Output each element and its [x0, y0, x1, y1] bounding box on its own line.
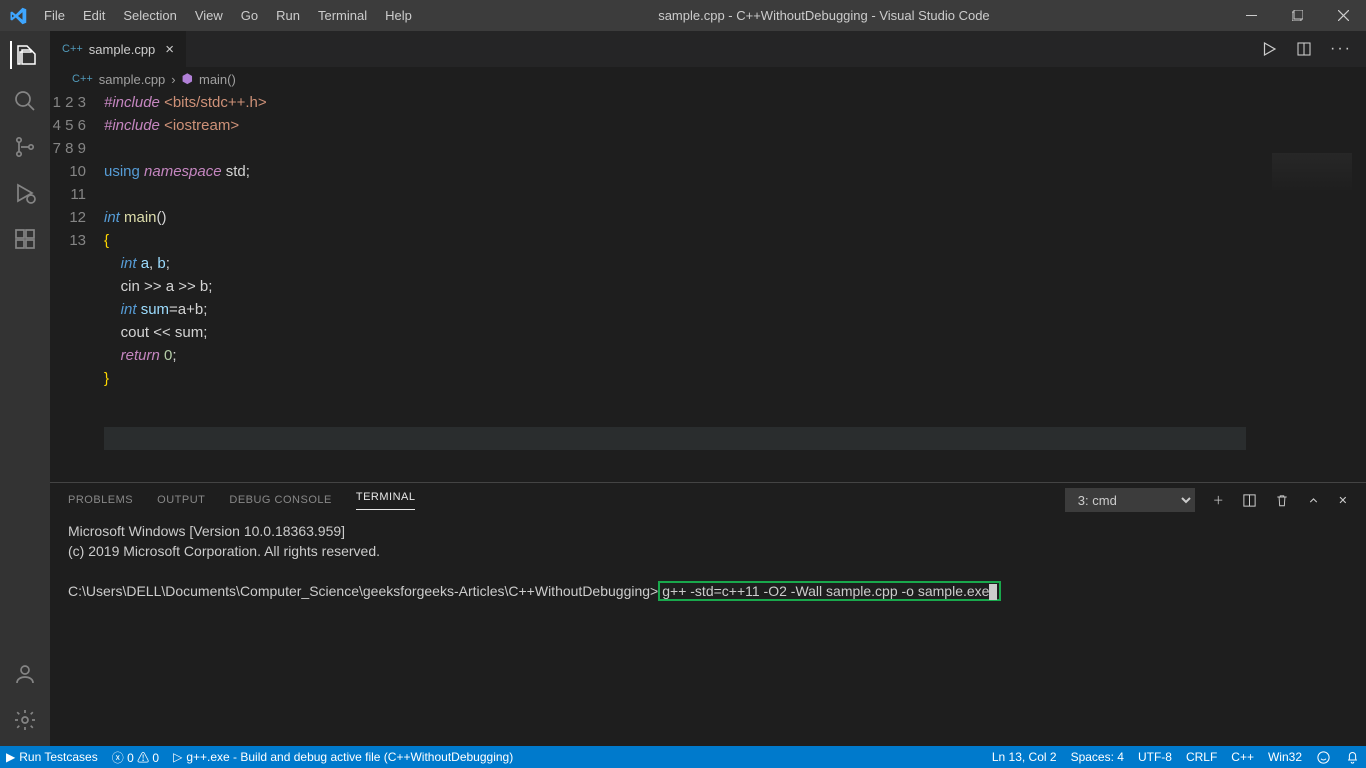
status-bar: ▶ Run Testcases ⓧ 0 ⚠ 0 ▷ g++.exe - Buil…: [0, 746, 1366, 768]
editor-tabs: C++ sample.cpp × ···: [50, 31, 1366, 67]
terminal-banner-1: Microsoft Windows [Version 10.0.18363.95…: [68, 523, 345, 539]
terminal-cursor: [989, 584, 997, 600]
maximize-panel-icon[interactable]: [1307, 494, 1320, 507]
window-title: sample.cpp - C++WithoutDebugging - Visua…: [420, 8, 1228, 23]
menu-bar: File Edit Selection View Go Run Terminal…: [36, 4, 420, 27]
status-eol[interactable]: CRLF: [1186, 750, 1217, 764]
status-language[interactable]: C++: [1231, 750, 1254, 764]
status-cursor-position[interactable]: Ln 13, Col 2: [992, 750, 1057, 764]
menu-terminal[interactable]: Terminal: [310, 4, 375, 27]
status-run-testcases[interactable]: ▶ Run Testcases: [6, 750, 98, 764]
account-icon[interactable]: [11, 660, 39, 688]
panel-tab-debug-console[interactable]: DEBUG CONSOLE: [229, 494, 331, 506]
minimize-button[interactable]: [1228, 0, 1274, 31]
breadcrumb-file[interactable]: sample.cpp: [99, 72, 165, 87]
terminal-selector[interactable]: 3: cmd: [1065, 488, 1195, 512]
status-problems[interactable]: ⓧ 0 ⚠ 0: [112, 749, 159, 766]
run-code-icon[interactable]: [1260, 40, 1278, 58]
current-line-highlight: [104, 427, 1246, 450]
settings-gear-icon[interactable]: [11, 706, 39, 734]
cpp-icon: C++: [72, 73, 93, 85]
extensions-icon[interactable]: [11, 225, 39, 253]
cpp-icon: C++: [62, 43, 83, 55]
new-terminal-icon[interactable]: ＋: [1213, 492, 1225, 508]
close-panel-icon[interactable]: ✕: [1338, 494, 1348, 507]
minimap[interactable]: [1272, 153, 1352, 193]
maximize-button[interactable]: [1274, 0, 1320, 31]
panel: PROBLEMS OUTPUT DEBUG CONSOLE TERMINAL 3…: [50, 482, 1366, 746]
close-button[interactable]: [1320, 0, 1366, 31]
activity-bar: [0, 31, 50, 746]
terminal-command: g++ -std=c++11 -O2 -Wall sample.cpp -o s…: [662, 583, 989, 599]
code-editor[interactable]: 1 2 3 4 5 6 7 8 9 10 11 12 13 #include <…: [50, 91, 1366, 482]
title-bar: File Edit Selection View Go Run Terminal…: [0, 0, 1366, 31]
more-actions-icon[interactable]: ···: [1330, 40, 1352, 58]
status-feedback-icon[interactable]: [1316, 750, 1331, 765]
code-content[interactable]: #include <bits/stdc++.h> #include <iostr…: [104, 91, 1366, 482]
kill-terminal-icon[interactable]: [1275, 493, 1289, 508]
symbol-icon: ⬢: [182, 71, 193, 87]
menu-go[interactable]: Go: [233, 4, 266, 27]
run-debug-icon[interactable]: [11, 179, 39, 207]
vscode-logo-icon: [0, 7, 36, 25]
breadcrumb-symbol[interactable]: main(): [199, 72, 236, 87]
tab-sample-cpp[interactable]: C++ sample.cpp ×: [50, 31, 187, 67]
menu-edit[interactable]: Edit: [75, 4, 113, 27]
tab-filename: sample.cpp: [89, 42, 155, 57]
status-indent[interactable]: Spaces: 4: [1071, 750, 1124, 764]
terminal-banner-2: (c) 2019 Microsoft Corporation. All righ…: [68, 543, 380, 559]
menu-help[interactable]: Help: [377, 4, 420, 27]
menu-view[interactable]: View: [187, 4, 231, 27]
terminal-prompt: C:\Users\DELL\Documents\Computer_Science…: [68, 583, 658, 599]
split-editor-icon[interactable]: [1296, 41, 1312, 57]
status-notifications-icon[interactable]: [1345, 750, 1360, 765]
menu-run[interactable]: Run: [268, 4, 308, 27]
breadcrumb[interactable]: C++ sample.cpp › ⬢ main(): [50, 67, 1366, 91]
split-terminal-icon[interactable]: [1242, 493, 1257, 508]
status-encoding[interactable]: UTF-8: [1138, 750, 1172, 764]
panel-tab-output[interactable]: OUTPUT: [157, 494, 205, 506]
source-control-icon[interactable]: [11, 133, 39, 161]
status-build-task[interactable]: ▷ g++.exe - Build and debug active file …: [173, 750, 513, 764]
editor-area: C++ sample.cpp × ··· C++ sample.cpp › ⬢ …: [50, 31, 1366, 746]
panel-tab-problems[interactable]: PROBLEMS: [68, 494, 133, 506]
line-numbers: 1 2 3 4 5 6 7 8 9 10 11 12 13: [50, 91, 104, 482]
tab-close-icon[interactable]: ×: [165, 41, 174, 58]
status-platform[interactable]: Win32: [1268, 750, 1302, 764]
panel-tabs: PROBLEMS OUTPUT DEBUG CONSOLE TERMINAL 3…: [50, 483, 1366, 517]
panel-tab-terminal[interactable]: TERMINAL: [356, 491, 416, 510]
search-icon[interactable]: [11, 87, 39, 115]
menu-file[interactable]: File: [36, 4, 73, 27]
menu-selection[interactable]: Selection: [115, 4, 184, 27]
explorer-icon[interactable]: [10, 41, 38, 69]
terminal-body[interactable]: Microsoft Windows [Version 10.0.18363.95…: [50, 517, 1366, 746]
